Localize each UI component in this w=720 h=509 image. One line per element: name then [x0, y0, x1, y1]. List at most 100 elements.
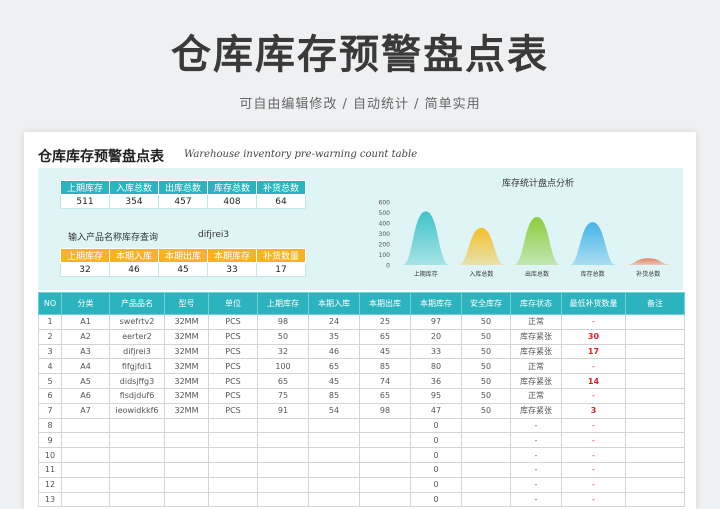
table-cell[interactable] [61, 447, 110, 463]
table-cell[interactable]: 33 [410, 343, 462, 360]
table-cell[interactable] [208, 491, 258, 508]
table-cell[interactable] [625, 461, 685, 478]
table-cell[interactable]: ieowidkkf6 [109, 402, 165, 419]
table-cell[interactable]: 库存紧张 [510, 402, 562, 419]
table-cell[interactable] [359, 417, 411, 434]
table-cell[interactable]: 65 [308, 358, 360, 375]
table-cell[interactable]: 0 [410, 447, 462, 463]
table-cell[interactable]: 11 [38, 461, 62, 478]
table-cell[interactable]: 36 [410, 373, 462, 389]
table-cell[interactable] [164, 491, 209, 508]
table-cell[interactable]: - [561, 417, 626, 434]
table-cell[interactable] [461, 461, 511, 478]
table-cell[interactable]: 65 [359, 387, 411, 404]
table-cell[interactable]: 50 [461, 373, 511, 389]
table-cell[interactable] [61, 417, 110, 434]
table-cell[interactable]: A5 [61, 373, 110, 389]
table-cell[interactable]: 10 [38, 447, 62, 463]
table-cell[interactable]: difjrei3 [109, 343, 165, 360]
table-cell[interactable] [257, 417, 309, 434]
summary-value[interactable]: 408 [207, 194, 257, 209]
table-cell[interactable] [625, 402, 685, 419]
table-cell[interactable] [109, 432, 165, 449]
table-cell[interactable]: 95 [410, 387, 462, 404]
table-cell[interactable] [164, 417, 209, 434]
table-cell[interactable]: 54 [308, 402, 360, 419]
table-cell[interactable] [61, 461, 110, 478]
table-cell[interactable]: 正常 [510, 358, 562, 375]
column-header[interactable]: 型号 [164, 292, 209, 315]
table-cell[interactable]: 13 [38, 491, 62, 508]
table-cell[interactable]: 32MM [164, 328, 209, 345]
table-cell[interactable]: 24 [308, 314, 360, 330]
table-cell[interactable]: PCS [208, 387, 258, 404]
table-cell[interactable] [625, 491, 685, 508]
table-cell[interactable] [257, 476, 309, 493]
table-cell[interactable]: - [561, 432, 626, 449]
table-cell[interactable]: 库存紧张 [510, 328, 562, 345]
table-cell[interactable] [308, 417, 360, 434]
table-cell[interactable] [461, 491, 511, 508]
table-cell[interactable]: 74 [359, 373, 411, 389]
table-cell[interactable] [359, 461, 411, 478]
table-cell[interactable]: A7 [61, 402, 110, 419]
table-cell[interactable]: PCS [208, 328, 258, 345]
table-cell[interactable]: A4 [61, 358, 110, 375]
table-cell[interactable]: - [510, 461, 562, 478]
table-cell[interactable] [625, 343, 685, 360]
table-cell[interactable] [625, 387, 685, 404]
table-cell[interactable]: 65 [359, 328, 411, 345]
query-value-cell[interactable]: 17 [256, 262, 306, 277]
query-input[interactable]: difjrei3 [198, 230, 229, 240]
table-cell[interactable] [109, 417, 165, 434]
table-cell[interactable]: - [561, 461, 626, 478]
table-cell[interactable] [257, 491, 309, 508]
query-value-cell[interactable]: 45 [158, 262, 208, 277]
table-cell[interactable]: PCS [208, 373, 258, 389]
table-cell[interactable] [625, 432, 685, 449]
table-cell[interactable] [109, 447, 165, 463]
table-cell[interactable]: 17 [561, 343, 626, 360]
table-cell[interactable] [308, 432, 360, 449]
table-cell[interactable]: 50 [461, 314, 511, 330]
table-cell[interactable]: fisdjduf6 [109, 387, 165, 404]
table-cell[interactable]: - [561, 314, 626, 330]
column-header[interactable]: 库存状态 [510, 292, 562, 315]
table-cell[interactable] [308, 476, 360, 493]
table-cell[interactable]: 8 [38, 417, 62, 434]
column-header[interactable]: 备注 [625, 292, 685, 315]
table-cell[interactable] [461, 476, 511, 493]
table-cell[interactable]: - [510, 491, 562, 508]
table-cell[interactable] [61, 432, 110, 449]
table-cell[interactable]: 0 [410, 476, 462, 493]
table-cell[interactable]: 0 [410, 432, 462, 449]
table-cell[interactable]: 32MM [164, 314, 209, 330]
column-header[interactable]: 本期库存 [410, 292, 462, 315]
table-cell[interactable]: 32MM [164, 358, 209, 375]
table-cell[interactable]: - [561, 447, 626, 463]
table-cell[interactable]: - [561, 491, 626, 508]
table-cell[interactable]: 0 [410, 461, 462, 478]
table-cell[interactable]: 4 [38, 358, 62, 375]
table-cell[interactable]: - [561, 476, 626, 493]
table-cell[interactable] [257, 461, 309, 478]
table-cell[interactable] [359, 491, 411, 508]
table-cell[interactable]: 32 [257, 343, 309, 360]
summary-value[interactable]: 457 [158, 194, 208, 209]
table-cell[interactable] [359, 476, 411, 493]
table-cell[interactable]: 3 [38, 343, 62, 360]
table-cell[interactable]: 0 [410, 491, 462, 508]
table-cell[interactable]: PCS [208, 314, 258, 330]
table-cell[interactable]: 7 [38, 402, 62, 419]
table-cell[interactable]: PCS [208, 402, 258, 419]
table-cell[interactable] [109, 491, 165, 508]
table-cell[interactable] [625, 447, 685, 463]
table-cell[interactable]: 正常 [510, 387, 562, 404]
table-cell[interactable] [625, 476, 685, 493]
query-value-cell[interactable]: 46 [109, 262, 159, 277]
table-cell[interactable] [61, 476, 110, 493]
column-header[interactable]: 最低补货数量 [561, 292, 626, 315]
table-cell[interactable]: 85 [359, 358, 411, 375]
table-cell[interactable]: PCS [208, 343, 258, 360]
table-cell[interactable]: 45 [308, 373, 360, 389]
